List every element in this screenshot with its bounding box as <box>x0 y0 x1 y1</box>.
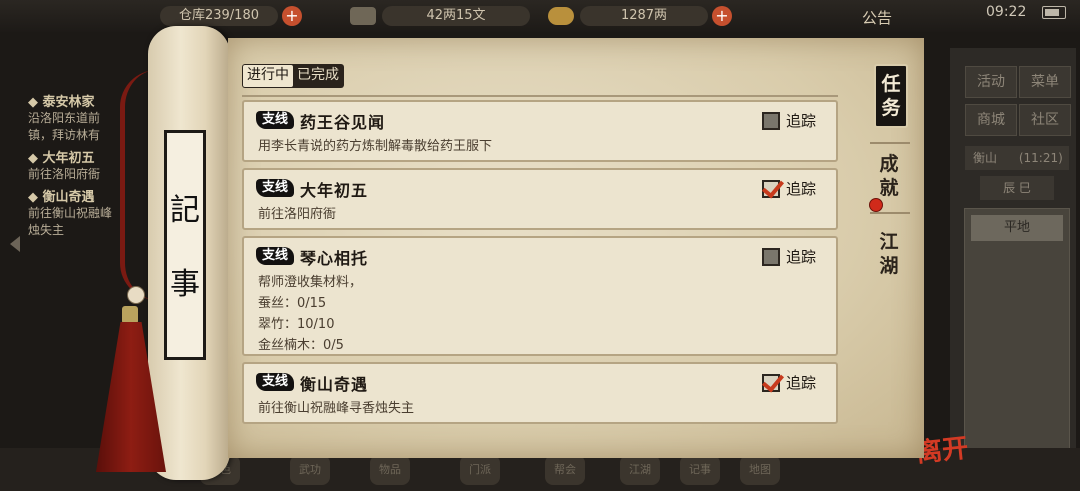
quest-desc-line: 前往洛阳府衙 <box>258 207 337 222</box>
gold-ingot-icon <box>548 7 574 25</box>
track-checkbox[interactable] <box>762 111 780 130</box>
scroll-title-char: 記 <box>170 193 200 228</box>
location-time: (11:21) <box>1018 151 1063 165</box>
nav-martial-arts[interactable]: 武功 <box>290 455 330 485</box>
quest-description: 帮师澄收集材料， 蚕丝：0/15 翠竹：10/10 金丝楠木：0/5 <box>258 272 362 356</box>
tab-tasks[interactable]: 任务 <box>874 64 908 128</box>
activity-button[interactable]: 活动 <box>965 66 1017 98</box>
tab-achievements-label: 成就 <box>879 153 899 199</box>
quest-title: 大年初五 <box>300 181 369 200</box>
clock: 09:22 <box>986 4 1027 20</box>
tab-divider <box>870 212 910 214</box>
quest-type-badge: 支线 <box>256 111 294 129</box>
location-name: 衡山 <box>973 151 998 165</box>
quest-desc-line: 蚕丝：0/15 <box>258 296 327 311</box>
scroll-title-plate: 記 事 <box>164 130 206 360</box>
status-bar: 仓库239/180 + 42两15文 1287两 + 公告 09:22 <box>0 0 1080 32</box>
tab-achievements[interactable]: 成就 <box>874 152 904 200</box>
track-label: 追踪 <box>786 248 817 266</box>
tab-divider <box>870 142 910 144</box>
bead-ornament <box>127 286 145 304</box>
quest-type-badge: 支线 <box>256 179 294 197</box>
track-toggle[interactable]: 追踪 <box>762 178 816 199</box>
nav-sect[interactable]: 门派 <box>460 455 500 485</box>
collapse-arrow-icon[interactable] <box>10 236 20 252</box>
track-toggle[interactable]: 追踪 <box>762 372 816 393</box>
gold-plus-button[interactable]: + <box>712 6 732 26</box>
capacity-resource: 仓库239/180 + <box>160 5 302 27</box>
capacity-value: 仓库239/180 <box>160 6 278 26</box>
quest-card[interactable]: 支线 衡山奇遇 前往衡山祝融峰寻香烛失主 追踪 <box>242 362 838 424</box>
time-period: 辰 巳 <box>980 176 1054 200</box>
nav-items[interactable]: 物品 <box>370 455 410 485</box>
quest-description: 用李长青说的药方炼制解毒散给药王服下 <box>258 136 492 157</box>
track-label: 追踪 <box>786 112 817 130</box>
community-button[interactable]: 社区 <box>1019 104 1071 136</box>
money-icon <box>350 7 376 25</box>
quest-type-badge: 支线 <box>256 373 294 391</box>
quest-title: 琴心相托 <box>300 249 369 268</box>
tassel-ring <box>122 306 138 324</box>
battery-icon <box>1042 6 1066 19</box>
nav-jianghu[interactable]: 江湖 <box>620 455 660 485</box>
capacity-plus-button[interactable]: + <box>282 6 302 26</box>
track-label: 追踪 <box>786 180 817 198</box>
money-resource: 42两15文 <box>350 5 530 27</box>
tab-completed[interactable]: 已完成 <box>293 65 343 87</box>
scroll-title-char: 事 <box>170 267 200 302</box>
divider <box>242 95 838 97</box>
tab-in-progress[interactable]: 进行中 <box>243 65 293 87</box>
track-checkbox-checked[interactable] <box>762 179 780 198</box>
track-label: 追踪 <box>786 374 817 392</box>
quest-description: 前往衡山祝融峰寻香烛失主 <box>258 398 414 419</box>
quest-card[interactable]: 支线 药王谷见闻 用李长青说的药方炼制解毒散给药王服下 追踪 <box>242 100 838 162</box>
terrain-item[interactable]: 平地 <box>971 215 1063 241</box>
quest-type-badge: 支线 <box>256 247 294 265</box>
terrain-list: 平地 <box>964 208 1070 460</box>
nav-guild[interactable]: 帮会 <box>545 455 585 485</box>
track-checkbox[interactable] <box>762 247 780 266</box>
track-toggle[interactable]: 追踪 <box>762 110 816 131</box>
tab-jianghu[interactable]: 江湖 <box>874 230 904 278</box>
tab-jianghu-label: 江湖 <box>879 231 899 277</box>
shop-button[interactable]: 商城 <box>965 104 1017 136</box>
quest-card[interactable]: 支线 琴心相托 帮师澄收集材料， 蚕丝：0/15 翠竹：10/10 金丝楠木：0… <box>242 236 838 356</box>
track-checkbox-checked[interactable] <box>762 373 780 392</box>
notification-dot <box>869 198 883 212</box>
notice-button[interactable]: 公告 <box>862 7 892 28</box>
right-side-panel: 活动 菜单 商城 社区 衡山 (11:21) 辰 巳 平地 <box>950 48 1076 468</box>
gold-resource: 1287两 + <box>548 5 732 27</box>
quest-title: 药王谷见闻 <box>300 113 386 132</box>
nav-journal[interactable]: 记事 <box>680 455 720 485</box>
quest-card[interactable]: 支线 大年初五 前往洛阳府衙 追踪 <box>242 168 838 230</box>
location-indicator: 衡山 (11:21) <box>965 146 1069 170</box>
quest-desc-line: 金丝楠木：0/5 <box>258 338 344 353</box>
quest-desc-line: 翠竹：10/10 <box>258 317 335 332</box>
tab-tasks-char: 任务 <box>881 73 901 119</box>
track-toggle[interactable]: 追踪 <box>762 246 816 267</box>
quest-title: 衡山奇遇 <box>300 375 369 394</box>
quest-description: 前往洛阳府衙 <box>258 204 336 225</box>
gold-value: 1287两 <box>580 6 708 26</box>
menu-button[interactable]: 菜单 <box>1019 66 1071 98</box>
quest-status-tabs: 进行中 已完成 <box>242 64 344 88</box>
quest-desc-line: 前往衡山祝融峰寻香烛失主 <box>258 401 415 416</box>
quest-desc-line: 帮师澄收集材料， <box>258 275 363 290</box>
quest-desc-line: 用李长青说的药方炼制解毒散给药王服下 <box>258 139 493 154</box>
nav-map[interactable]: 地图 <box>740 455 780 485</box>
money-value: 42两15文 <box>382 6 530 26</box>
